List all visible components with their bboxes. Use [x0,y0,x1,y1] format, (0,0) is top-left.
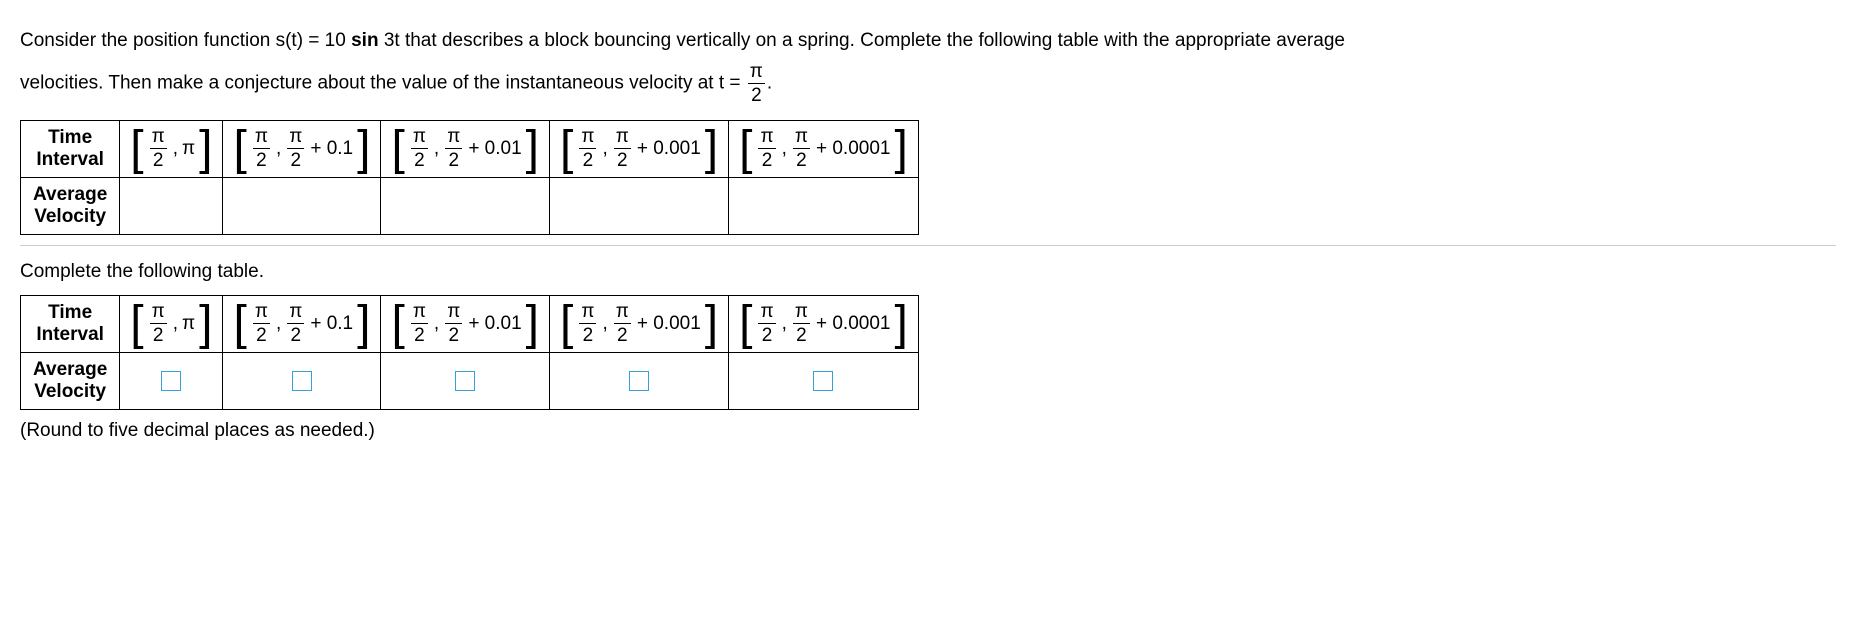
avg-vel-input-2[interactable] [292,371,312,391]
avg-vel-input-cell [223,352,381,409]
separator [20,245,1836,246]
round-note: (Round to five decimal places as needed.… [20,420,1836,442]
avg-vel-input-1[interactable] [161,371,181,391]
interval-cell: [ π2,π2 + 0.01 ] [381,120,550,177]
interval-cell: [ π2,π ] [120,295,223,352]
interval-cell: [ π2,π ] [120,120,223,177]
q-line1-post: 3t that describes a block bouncing verti… [379,30,1345,51]
avg-vel-input-cell [381,352,550,409]
subhead: Complete the following table. [20,261,1836,283]
interval-cell: [ π2,π2 + 0.001 ] [550,120,729,177]
interval-cell: [ π2,π2 + 0.01 ] [381,295,550,352]
avg-vel-cell [223,177,381,234]
row-label-time-interval: Time Interval [21,295,120,352]
q-line2-end: . [767,72,772,93]
table-2: Time Interval [ π2,π ] [ π2,π2 + 0.1 ] [20,295,919,410]
row-label-avg-velocity: Average Velocity [21,352,120,409]
q-line2-pre: velocities. Then make a conjecture about… [20,72,746,93]
avg-vel-input-cell [729,352,919,409]
interval-cell: [ π2,π2 + 0.001 ] [550,295,729,352]
avg-vel-input-cell [550,352,729,409]
avg-vel-cell [550,177,729,234]
interval-cell: [ π2,π2 + 0.1 ] [223,295,381,352]
row-label-avg-velocity: Average Velocity [21,177,120,234]
q-line1-pre: Consider the position function s(t) = 10 [20,30,351,51]
avg-vel-input-4[interactable] [629,371,649,391]
row-label-time-interval: Time Interval [21,120,120,177]
avg-vel-cell [381,177,550,234]
q-sin: sin [351,30,378,51]
interval-cell: [ π2,π2 + 0.1 ] [223,120,381,177]
avg-vel-input-cell [120,352,223,409]
avg-vel-cell [729,177,919,234]
avg-vel-input-5[interactable] [813,371,833,391]
q-frac: π2 [748,62,765,105]
interval-cell: [ π2,π2 + 0.0001 ] [729,295,919,352]
table-1: Time Interval [ π2,π ] [ π2,π2 + 0.1 ] [20,120,919,235]
interval-cell: [ π2,π2 + 0.0001 ] [729,120,919,177]
avg-vel-cell [120,177,223,234]
avg-vel-input-3[interactable] [455,371,475,391]
question-text: Consider the position function s(t) = 10… [20,20,1836,105]
